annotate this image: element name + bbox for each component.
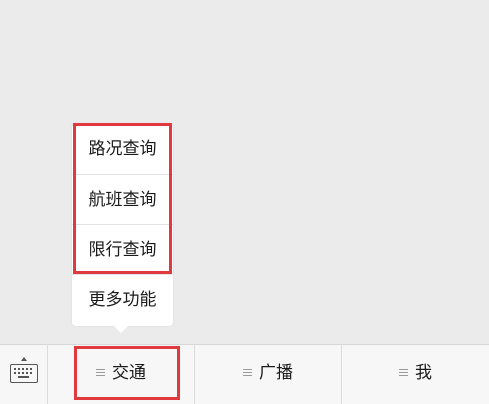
- submenu-pointer: [113, 325, 129, 333]
- submenu-item-traffic-restriction[interactable]: 限行查询: [72, 224, 173, 274]
- submenu-item-road-conditions[interactable]: 路况查询: [72, 124, 173, 174]
- menu-tab-broadcast[interactable]: 广播: [195, 345, 342, 404]
- menu-tab-label: 交通: [112, 363, 146, 383]
- keyboard-up-arrow-icon: [21, 357, 27, 361]
- keyboard-key-row: [14, 368, 33, 370]
- menu-lines-icon: [96, 368, 105, 376]
- menu-tab-traffic[interactable]: 交通: [48, 345, 195, 404]
- keyboard-toggle-button[interactable]: [0, 345, 48, 404]
- submenu-item-more-functions[interactable]: 更多功能: [72, 274, 173, 324]
- submenu-popup: 路况查询 航班查询 限行查询 更多功能: [72, 124, 173, 326]
- submenu-item-flight-query[interactable]: 航班查询: [72, 174, 173, 224]
- menu-tab-label: 我: [415, 363, 432, 383]
- menu-lines-icon: [243, 368, 252, 376]
- menu-bar: 交通 广播 我: [0, 344, 489, 404]
- menu-tab-label: 广播: [259, 363, 293, 383]
- keyboard-icon: [10, 364, 38, 383]
- menu-lines-icon: [399, 368, 408, 376]
- keyboard-key-row: [14, 372, 33, 374]
- keyboard-spacebar: [18, 376, 29, 378]
- menu-tab-me[interactable]: 我: [342, 345, 489, 404]
